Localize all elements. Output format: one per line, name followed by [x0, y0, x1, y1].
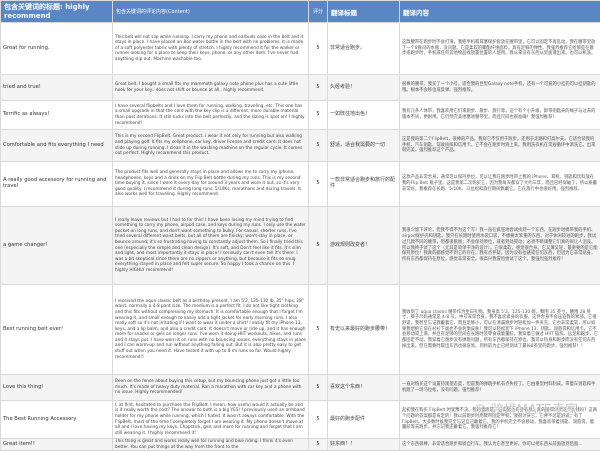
- watermark: @ 跨境MATE卖家: [474, 399, 578, 418]
- translated-title-cell[interactable]: 游戏规则改变者！: [328, 207, 400, 285]
- review-content-cell[interactable]: Been on the fence about buying this setu…: [113, 375, 309, 401]
- spreadsheet: 包含关键词的标题: highly recommend 包含关键词的评论内容(Co…: [0, 0, 600, 430]
- review-content-cell[interactable]: I, at first, hesitated to purchase the F…: [113, 401, 309, 439]
- header-row: 包含关键词的标题: highly recommend 包含关键词的评论内容(Co…: [1, 1, 600, 23]
- review-title-cell[interactable]: Comfortable and fits everything I need: [1, 130, 113, 162]
- table-row: Comfortable and fits everything I need T…: [1, 130, 600, 162]
- score-cell[interactable]: 5: [309, 162, 328, 207]
- review-content-cell[interactable]: The product fits well and generally stay…: [113, 162, 309, 207]
- review-title-cell[interactable]: Great item!!: [1, 439, 113, 451]
- table-row: tried and true! Great belt. I bought a s…: [1, 75, 600, 101]
- table-row: a game changer! I really leave reviews b…: [1, 207, 600, 285]
- header-title-translation[interactable]: 翻译标题: [328, 1, 400, 23]
- translated-title-cell[interactable]: 一如既往地出色！: [328, 101, 400, 130]
- translated-content-cell[interactable]: 这个东西很棒，非常适合跑步和骑自行车。我认为它甚至更好。你可以把东西从前面放到后…: [400, 439, 600, 451]
- score-cell[interactable]: 5: [309, 23, 328, 75]
- header-content-translation[interactable]: 翻译内容: [400, 1, 600, 23]
- translated-title-cell[interactable]: 久经考验！: [328, 75, 400, 101]
- header-content[interactable]: 包含关键词的评论内容(Content): [113, 1, 309, 23]
- score-cell[interactable]: 5: [309, 439, 328, 451]
- translated-content-cell[interactable]: 我有几条人体带，我喜欢用它们来跑步、散步、旅行等。这个有个小升级，即带钥匙夹的绳…: [400, 101, 600, 130]
- translated-title-cell[interactable]: 非常适合跑步。: [328, 23, 400, 75]
- translated-content-cell[interactable]: 这是我的第二个FlipBelt，很棒的产品。我穿它不仅用于跑步，还用于走路和打高…: [400, 130, 600, 162]
- review-content-cell[interactable]: Great belt. I bought a small fits my mam…: [113, 75, 309, 101]
- translated-title-cell[interactable]: 好东西！！: [328, 439, 400, 451]
- translated-content-cell[interactable]: 这款产品非常合身，通常可以保持原位，可以让我在跑步时带上我的 iPhone、耳机…: [400, 162, 600, 207]
- translated-title-cell[interactable]: 一款非常适合跑步和旅行的配件: [328, 162, 400, 207]
- translated-content-cell[interactable]: 很棒的腰带。我买了一个小号，适合我的巨型Galaxy note手机，还有一个可爱…: [400, 75, 600, 101]
- review-title-cell[interactable]: Terrific as always!: [1, 101, 113, 130]
- review-content-cell[interactable]: This is my second FlipBelt. Great produc…: [113, 130, 309, 162]
- review-title-cell[interactable]: Love this thing!: [1, 375, 113, 401]
- table-row: A really good accessory for running and …: [1, 162, 600, 207]
- header-title-keyword[interactable]: 包含关键词的标题: highly recommend: [1, 1, 113, 23]
- translated-title-cell[interactable]: 有史以来最好的跑步腰带！: [328, 285, 400, 375]
- review-title-cell[interactable]: tried and true!: [1, 75, 113, 101]
- translated-content-cell[interactable]: 我很少留下评论，但我不得不为这个写！我一直在疯狂地尝试找到一个东西，在跑步时携带…: [400, 207, 600, 285]
- translated-title-cell[interactable]: 舒适，适合我需要的一切: [328, 130, 400, 162]
- table-row: Great for running. This belt will not sl…: [1, 23, 600, 75]
- score-cell[interactable]: 5: [309, 285, 328, 375]
- review-table: 包含关键词的标题: highly recommend 包含关键词的评论内容(Co…: [0, 0, 600, 451]
- review-title-cell[interactable]: Great for running.: [1, 23, 113, 75]
- review-title-cell[interactable]: The Best Running Accessory: [1, 401, 113, 439]
- score-cell[interactable]: 5: [309, 130, 328, 162]
- header-score[interactable]: 评分: [309, 1, 328, 23]
- review-title-cell[interactable]: A really good accessory for running and …: [1, 162, 113, 207]
- score-cell[interactable]: 5: [309, 401, 328, 439]
- table-row: Great item!! This thing is great and wor…: [1, 439, 600, 451]
- translated-title-cell[interactable]: 喜欢这个东西！: [328, 375, 400, 401]
- translated-content-cell[interactable]: 一直对购买这个设置持观望态度，但是我的弹跳手机有点失控了。它由重型材料制成。带着…: [400, 375, 600, 401]
- translated-content-cell[interactable]: 这款腰带在跑步时不会打滑。我把手机和耳塞保护套放在腰带里，它可以固定不再乱动。我…: [400, 23, 600, 75]
- review-content-cell[interactable]: I have several flipbelts and I love them…: [113, 101, 309, 130]
- translated-content-cell[interactable]: 我收到了 aqua classic 腰带作为生日礼物。我身高 5'2，125-1…: [400, 285, 600, 375]
- review-content-cell[interactable]: I received the aqua classic belt as a bi…: [113, 285, 309, 375]
- review-content-cell[interactable]: This thing is great and works really wel…: [113, 439, 309, 451]
- score-cell[interactable]: 5: [309, 75, 328, 101]
- review-title-cell[interactable]: Best running belt ever!: [1, 285, 113, 375]
- review-content-cell[interactable]: This belt will not slip while running. I…: [113, 23, 309, 75]
- score-cell[interactable]: 5: [309, 101, 328, 130]
- review-content-cell[interactable]: I really leave reviews but I had to for …: [113, 207, 309, 285]
- table-row: Terrific as always! I have several flipb…: [1, 101, 600, 130]
- table-row: Love this thing! Been on the fence about…: [1, 375, 600, 401]
- review-title-cell[interactable]: a game changer!: [1, 207, 113, 285]
- table-row: Best running belt ever! I received the a…: [1, 285, 600, 375]
- score-cell[interactable]: 5: [309, 375, 328, 401]
- translated-title-cell[interactable]: 最好的跑步配件: [328, 401, 400, 439]
- score-cell[interactable]: 5: [309, 207, 328, 285]
